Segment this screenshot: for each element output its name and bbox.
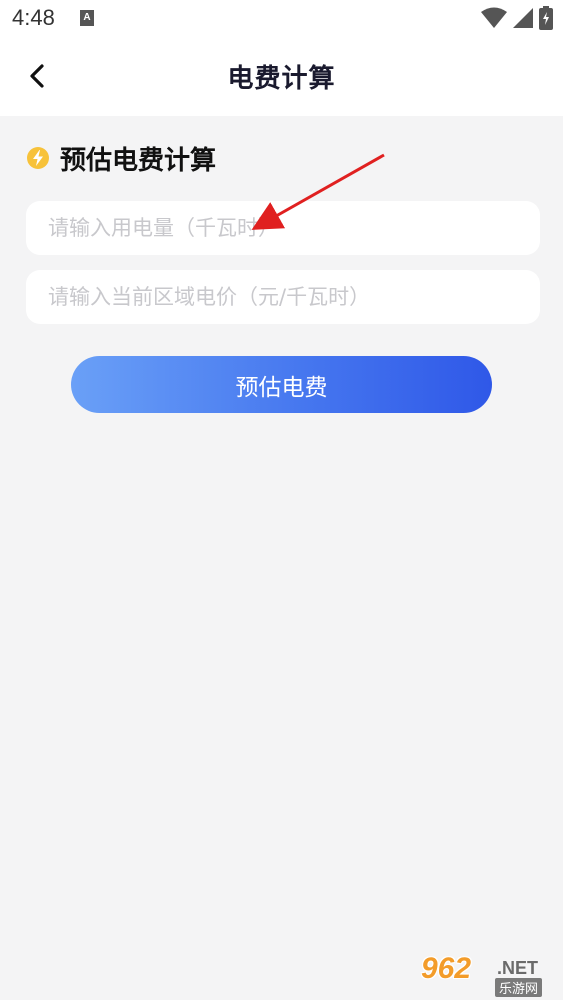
battery-icon <box>539 6 553 30</box>
estimate-fee-button[interactable]: 预估电费 <box>71 356 492 413</box>
watermark-number: 962 <box>421 952 472 985</box>
status-icons <box>480 6 553 32</box>
nav-bar: 电费计算 <box>0 38 563 116</box>
page-title: 电费计算 <box>227 64 336 94</box>
signal-icon <box>512 8 533 28</box>
electricity-price-input[interactable] <box>26 270 540 324</box>
watermark-suffix: .NET <box>497 958 539 978</box>
wifi-icon <box>480 7 507 28</box>
watermark-subtitle: 乐游网 <box>495 978 543 997</box>
status-time: 4:48 <box>12 5 55 30</box>
lightning-bolt-icon <box>27 147 49 169</box>
section-header: 预估电费计算 <box>26 140 216 176</box>
electricity-usage-input[interactable] <box>26 201 540 255</box>
notification-icon: A <box>80 10 94 26</box>
site-watermark: 962 .NET 乐游网 <box>421 952 557 997</box>
status-bar: 4:48 A <box>0 0 563 38</box>
section-title: 预估电费计算 <box>60 145 217 176</box>
